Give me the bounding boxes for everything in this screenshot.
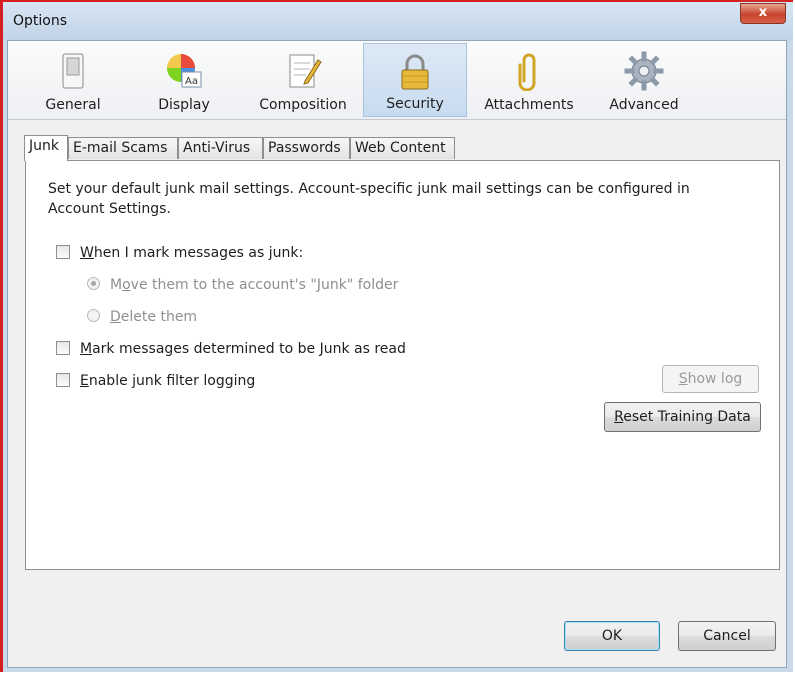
tab-passwords-label: Passwords xyxy=(268,140,341,156)
close-button[interactable]: x xyxy=(740,3,786,24)
pane-general-label: General xyxy=(45,97,101,113)
junk-description: Set your default junk mail settings. Acc… xyxy=(48,181,690,217)
tab-junk[interactable]: Junk xyxy=(24,135,68,161)
pane-composition-label: Composition xyxy=(259,97,347,113)
when-mark-junk-accesskey: W xyxy=(80,245,94,261)
when-mark-junk-box[interactable] xyxy=(56,245,70,259)
delete-junk-radio-dot[interactable] xyxy=(87,309,100,322)
pane-display-button[interactable]: Aa Display xyxy=(138,43,230,117)
gear-icon xyxy=(624,51,664,91)
when-mark-junk-checkbox[interactable]: When I mark messages as junk: xyxy=(56,245,303,261)
move-to-junk-radio-dot[interactable] xyxy=(87,277,100,290)
notepad-pencil-icon xyxy=(289,54,322,88)
junk-logging-label: nable junk filter logging xyxy=(88,373,256,389)
cancel-button[interactable]: Cancel xyxy=(678,621,776,651)
reset-training-label: eset Training Data xyxy=(623,409,751,425)
delete-junk-radio[interactable]: Delete them xyxy=(87,309,197,325)
tab-anti-virus-label: Anti-Virus xyxy=(183,140,251,156)
paperclip-icon xyxy=(518,53,536,91)
junk-tab-panel: Set your default junk mail settings. Acc… xyxy=(25,160,780,570)
ok-button[interactable]: OK xyxy=(564,621,660,651)
junk-logging-box[interactable] xyxy=(56,373,70,387)
pane-security-button[interactable]: Security xyxy=(363,43,467,117)
pane-advanced-label: Advanced xyxy=(609,97,679,113)
svg-text:Aa: Aa xyxy=(185,76,198,87)
move-to-junk-accesskey: o xyxy=(122,277,131,293)
mark-junk-read-checkbox[interactable]: Mark messages determined to be Junk as r… xyxy=(56,341,406,357)
pane-security-label: Security xyxy=(386,96,444,112)
tab-email-scams[interactable]: E-mail Scams xyxy=(68,137,178,159)
pane-general-button[interactable]: General xyxy=(30,43,116,117)
junk-logging-checkbox[interactable]: Enable junk filter logging xyxy=(56,373,255,389)
mark-junk-read-label: ark messages determined to be Junk as re… xyxy=(92,341,406,357)
tab-email-scams-label: E-mail Scams xyxy=(73,140,168,156)
cancel-label: Cancel xyxy=(703,628,751,644)
pane-attachments-label: Attachments xyxy=(484,97,574,113)
close-icon: x xyxy=(758,5,768,20)
move-to-junk-label-pre: M xyxy=(110,277,123,293)
tab-junk-label: Junk xyxy=(29,138,59,154)
options-window: Options x General Aa Display Composition… xyxy=(0,0,793,672)
pane-advanced-button[interactable]: Advanced xyxy=(598,43,690,117)
tab-web-content[interactable]: Web Content xyxy=(350,137,455,159)
mark-junk-read-accesskey: M xyxy=(80,341,93,357)
tab-web-content-label: Web Content xyxy=(355,140,446,156)
pane-display-label: Display xyxy=(158,97,210,113)
delete-junk-accesskey: D xyxy=(110,309,121,325)
color-wheel-icon: Aa xyxy=(167,54,202,88)
tab-anti-virus[interactable]: Anti-Virus xyxy=(178,137,263,159)
title-bar[interactable]: Options x xyxy=(3,2,793,40)
dialog-client-area: General Aa Display Composition Security … xyxy=(7,40,787,668)
mark-junk-read-box[interactable] xyxy=(56,341,70,355)
padlock-icon xyxy=(401,54,429,90)
preference-pane-toolbar: General Aa Display Composition Security … xyxy=(8,41,786,120)
pane-composition-button[interactable]: Composition xyxy=(248,43,358,117)
show-log-button[interactable]: Show log xyxy=(662,365,759,393)
show-log-label: how log xyxy=(687,371,743,387)
reset-training-data-button[interactable]: Reset Training Data xyxy=(604,402,761,432)
pane-attachments-button[interactable]: Attachments xyxy=(473,43,585,117)
switch-icon xyxy=(62,53,84,89)
window-title: Options xyxy=(13,13,68,29)
delete-junk-label: elete them xyxy=(120,309,198,325)
move-to-junk-label: ve them to the account's "Junk" folder xyxy=(130,277,399,293)
ok-label: OK xyxy=(601,628,623,644)
when-mark-junk-label: hen I mark messages as junk: xyxy=(93,245,304,261)
tab-passwords[interactable]: Passwords xyxy=(263,137,350,159)
reset-training-accesskey: R xyxy=(614,409,624,425)
junk-logging-accesskey: E xyxy=(80,373,89,389)
show-log-accesskey: S xyxy=(678,371,688,387)
move-to-junk-radio[interactable]: Move them to the account's "Junk" folder xyxy=(87,277,398,293)
